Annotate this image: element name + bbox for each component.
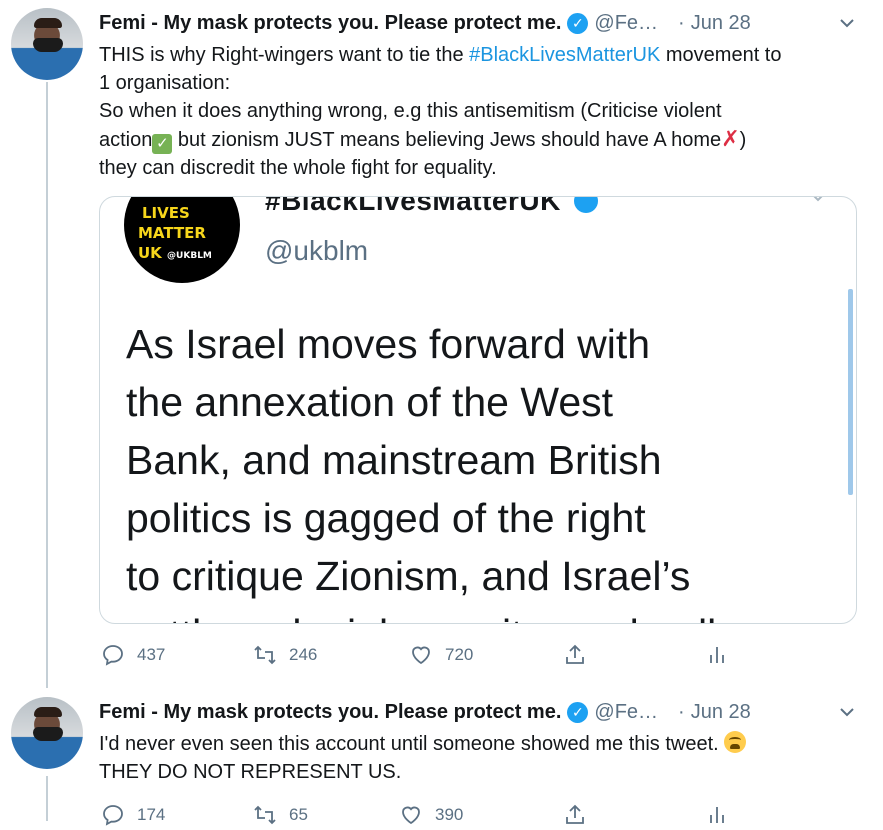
retweet-count: 246 — [289, 645, 318, 664]
embedded-scrollbar — [848, 289, 853, 495]
heart-icon — [412, 646, 430, 665]
tweet-text-line: 1 organisation: — [99, 72, 231, 94]
analytics-icon — [710, 647, 724, 663]
logo-text: MATTER — [138, 224, 206, 242]
avatar-mask — [33, 38, 63, 52]
chevron-down-icon[interactable] — [836, 12, 858, 34]
avatar[interactable] — [11, 697, 83, 769]
tweet[interactable]: Femi - My mask protects you. Please prot… — [0, 697, 883, 826]
tweet-text: I'd never even seen this account until s… — [99, 730, 869, 786]
tweet-actions: 437 246 720 — [99, 640, 779, 670]
share-icon — [566, 804, 584, 824]
tweet-text-part: ) — [739, 129, 747, 151]
embedded-account-handle: @ukblm — [265, 235, 369, 266]
analytics-button[interactable] — [705, 640, 729, 670]
reply-icon — [103, 805, 123, 826]
tweet-text-part: I'd never even seen this account until s… — [99, 733, 719, 755]
like-count: 720 — [445, 645, 474, 664]
tweet-text-part: THIS is why Right-wingers want to tie th… — [99, 44, 470, 66]
author-handle[interactable]: @Fe… — [594, 12, 658, 35]
like-button[interactable]: 720 — [409, 640, 473, 670]
avatar-mask — [33, 727, 63, 741]
like-button[interactable]: 390 — [399, 800, 463, 830]
separator-dot: · — [678, 11, 685, 34]
tweet-date[interactable]: Jun 28 — [691, 12, 751, 35]
share-button[interactable] — [563, 640, 587, 670]
logo-handle: @UKBLM — [167, 251, 212, 261]
heart-icon — [402, 806, 420, 825]
quote-line: politics is gagged of the right — [126, 495, 646, 541]
tweet-text-part: action — [99, 129, 153, 151]
blm-uk-logo: LIVES MATTER UK @UKBLM — [124, 197, 240, 283]
chevron-down-icon — [810, 197, 826, 209]
retweet-count: 65 — [289, 805, 308, 824]
logo-text: LIVES — [142, 204, 190, 222]
embedded-image[interactable]: LIVES MATTER UK @UKBLM #BlackLivesMatter… — [99, 196, 857, 624]
embedded-account-name: #BlackLivesMatterUK — [265, 196, 561, 216]
cross-mark-emoji-icon: ✗ — [721, 126, 740, 151]
separator-dot: · — [678, 700, 685, 723]
check-mark-emoji-icon: ✓ — [152, 134, 173, 154]
tweet-header: Femi - My mask protects you. Please prot… — [99, 8, 751, 38]
avatar[interactable] — [11, 8, 83, 80]
tweet-text-part: movement to — [660, 44, 782, 66]
retweet-icon — [254, 645, 276, 665]
tweet-actions: 174 65 390 — [99, 800, 779, 830]
reply-icon — [103, 645, 123, 666]
author-handle[interactable]: @Fe… — [594, 701, 658, 724]
quote-line: the annexation of the West — [126, 379, 614, 425]
share-button[interactable] — [563, 800, 587, 830]
avatar-hair — [34, 707, 62, 717]
analytics-icon — [710, 807, 724, 823]
tweet-text-part: but zionism JUST means believing Jews sh… — [172, 129, 722, 151]
verified-badge-icon — [574, 197, 598, 213]
tweet-text: THIS is why Right-wingers want to tie th… — [99, 41, 869, 182]
hashtag-link[interactable]: #BlackLivesMatterUK — [469, 44, 660, 66]
analytics-button[interactable] — [705, 800, 729, 830]
logo-text: UK @UKBLM — [138, 243, 212, 266]
verified-badge-icon: ✓ — [567, 701, 589, 723]
embedded-quote-text: As Israel moves forward with the annexat… — [126, 315, 786, 623]
retweet-button[interactable]: 65 — [253, 800, 308, 830]
author-name[interactable]: Femi - My mask protects you. Please prot… — [99, 701, 561, 724]
tweet-text-line: they can discredit the whole fight for e… — [99, 157, 497, 179]
author-name[interactable]: Femi - My mask protects you. Please prot… — [99, 12, 561, 35]
retweet-icon — [254, 805, 276, 825]
like-count: 390 — [435, 805, 464, 824]
share-icon — [566, 644, 584, 664]
tweet-date[interactable]: Jun 28 — [691, 701, 751, 724]
logo-text-uk: UK — [138, 244, 162, 262]
tweet-header: Femi - My mask protects you. Please prot… — [99, 697, 751, 727]
quote-line: settler colonial pursuits, we loudly — [126, 605, 786, 623]
reply-button[interactable]: 437 — [101, 640, 165, 670]
verified-badge-icon: ✓ — [567, 12, 589, 34]
tweet-text-line: So when it does anything wrong, e.g this… — [99, 100, 722, 122]
reply-button[interactable]: 174 — [101, 800, 165, 830]
chevron-down-icon[interactable] — [836, 701, 858, 723]
tweet-text-line: THEY DO NOT REPRESENT US. — [99, 761, 402, 783]
quote-line: Bank, and mainstream British — [126, 437, 662, 483]
avatar-hair — [34, 18, 62, 28]
tired-face-emoji-icon — [724, 731, 747, 753]
quote-line: As Israel moves forward with — [126, 321, 651, 367]
retweet-button[interactable]: 246 — [253, 640, 317, 670]
reply-count: 437 — [137, 645, 166, 664]
reply-count: 174 — [137, 805, 166, 824]
quote-line: to critique Zionism, and Israel’s — [126, 553, 691, 599]
